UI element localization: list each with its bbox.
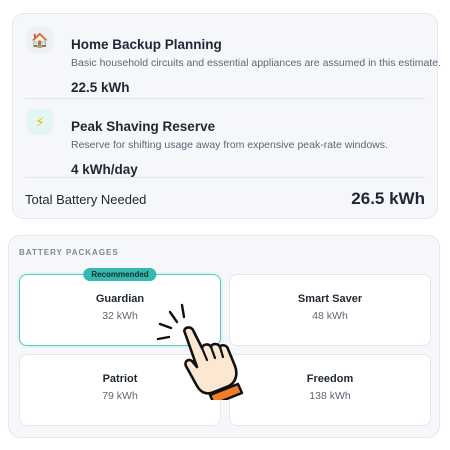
section-heading: BATTERY PACKAGES: [19, 248, 119, 257]
battery-packages-card: BATTERY PACKAGES Recommended Guardian 32…: [8, 235, 440, 438]
divider: [25, 98, 425, 99]
total-battery-label: Total Battery Needed: [25, 192, 147, 207]
energy-summary-card: 🏠 Home Backup Planning Basic household c…: [12, 13, 441, 219]
package-capacity: 32 kWh: [102, 310, 138, 322]
peak-shaving-item: ⚡ Peak Shaving Reserve Reserve for shift…: [27, 109, 423, 179]
item-description: Reserve for shifting usage away from exp…: [71, 139, 388, 151]
lightning-bolt-icon: ⚡: [27, 109, 53, 135]
package-guardian[interactable]: Recommended Guardian 32 kWh: [19, 268, 221, 346]
item-title: Home Backup Planning: [71, 37, 222, 52]
package-patriot[interactable]: Patriot 79 kWh: [19, 354, 221, 426]
home-backup-item: 🏠 Home Backup Planning Basic household c…: [27, 27, 441, 97]
package-name: Freedom: [306, 373, 354, 385]
package-capacity: 48 kWh: [312, 310, 348, 322]
total-battery-value: 26.5 kWh: [351, 189, 425, 208]
item-value: 22.5 kWh: [71, 80, 130, 95]
item-title: Peak Shaving Reserve: [71, 119, 216, 134]
item-value: 4 kWh/day: [71, 162, 138, 177]
package-freedom[interactable]: Freedom 138 kWh: [229, 354, 431, 426]
package-smart-saver[interactable]: Smart Saver 48 kWh: [229, 274, 431, 346]
package-name: Patriot: [102, 373, 138, 385]
item-description: Basic household circuits and essential a…: [71, 57, 442, 69]
recommended-badge: Recommended: [83, 268, 157, 281]
package-name: Guardian: [95, 293, 145, 305]
package-capacity: 138 kWh: [309, 390, 351, 402]
package-name: Smart Saver: [297, 293, 363, 305]
house-icon: 🏠: [27, 27, 53, 53]
package-capacity: 79 kWh: [102, 390, 138, 402]
divider: [25, 177, 425, 178]
